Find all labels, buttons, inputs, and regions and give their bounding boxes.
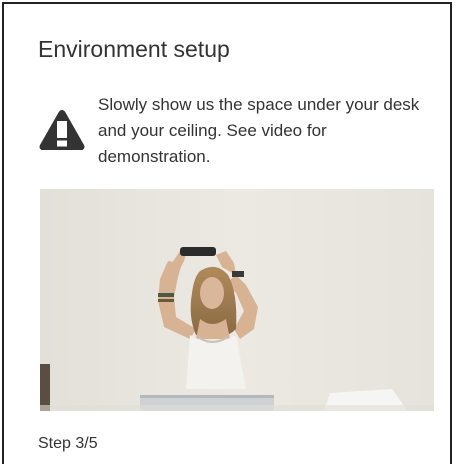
demonstration-video[interactable] <box>40 189 434 411</box>
step-indicator: Step 3/5 <box>38 435 98 452</box>
warning-message: Slowly show us the space under your desk… <box>38 92 434 182</box>
warning-triangle-icon <box>38 108 86 152</box>
panel-title: Environment setup <box>38 36 230 62</box>
environment-setup-panel: Environment setup Slowly show us the spa… <box>2 2 452 464</box>
warning-text: Slowly show us the space under your desk… <box>98 95 420 166</box>
